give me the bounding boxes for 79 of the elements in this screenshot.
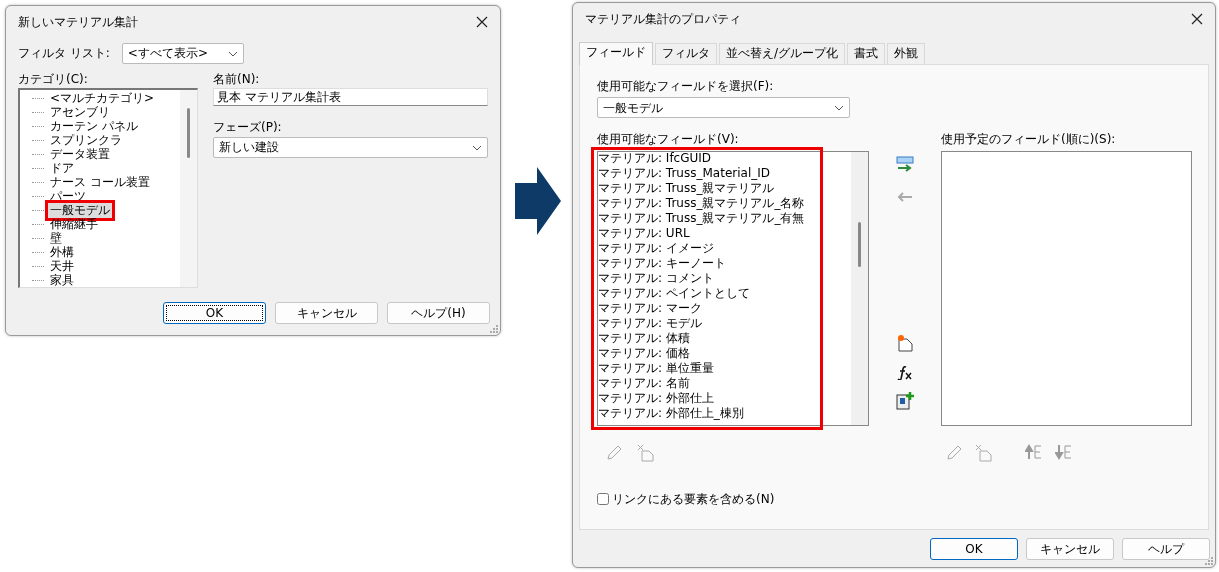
- delete-icon[interactable]: [975, 443, 993, 462]
- tab[interactable]: フィールド: [579, 42, 653, 65]
- dialog-button[interactable]: ヘルプ(H): [387, 302, 490, 325]
- field-label: 使用可能なフィールド(V):: [597, 132, 740, 147]
- dialog-button[interactable]: ヘルプ: [1122, 538, 1210, 560]
- scrollbar[interactable]: [180, 90, 197, 288]
- name-field[interactable]: 見本 マテリアル集計表: [213, 88, 488, 107]
- dropdown[interactable]: 新しい建設: [213, 136, 488, 158]
- formula-icon[interactable]: [897, 366, 913, 381]
- tab[interactable]: 外観: [887, 43, 926, 64]
- right-arrow-icon: [515, 167, 561, 235]
- new-parameter-icon[interactable]: [897, 334, 913, 353]
- list-item[interactable]: マテリアル: モデル: [598, 315, 702, 331]
- tree-item[interactable]: データ装置: [48, 147, 112, 162]
- tree-item[interactable]: 外構: [48, 245, 76, 260]
- add-field-icon[interactable]: [896, 156, 914, 175]
- tree-item[interactable]: カーテン パネル: [48, 119, 140, 134]
- move-up-icon[interactable]: [1025, 443, 1043, 460]
- dropdown[interactable]: 一般モデル: [597, 97, 850, 119]
- dialog-button[interactable]: OK: [930, 538, 1018, 560]
- resize-grip-icon[interactable]: [1205, 557, 1213, 565]
- list-item[interactable]: マテリアル: マーク: [598, 300, 702, 316]
- field-label: 使用予定のフィールド(順に)(S):: [941, 132, 1117, 147]
- edit-icon[interactable]: [945, 443, 963, 462]
- field-label: 使用可能なフィールドを選択(F):: [597, 79, 775, 94]
- tree-item[interactable]: 天井: [48, 259, 76, 274]
- resize-grip-icon[interactable]: [490, 325, 498, 333]
- list-item[interactable]: マテリアル: 価格: [598, 345, 690, 361]
- tree-item[interactable]: <マルチカテゴリ>: [48, 91, 157, 106]
- field-label: 名前(N):: [213, 72, 261, 87]
- tree-item[interactable]: 伸縮継手: [48, 217, 100, 232]
- tree-item[interactable]: 家具: [48, 273, 76, 288]
- list-item[interactable]: マテリアル: コメント: [598, 270, 714, 286]
- list-item[interactable]: マテリアル: 単位重量: [598, 360, 714, 376]
- tree-item[interactable]: ナース コール装置: [48, 175, 152, 190]
- list-item[interactable]: マテリアル: ペイントとして: [598, 285, 750, 301]
- delete-icon[interactable]: [637, 443, 655, 462]
- tab[interactable]: フィルタ: [655, 43, 717, 64]
- list-item[interactable]: マテリアル: Truss_親マテリアル_有無: [598, 210, 805, 226]
- tree-item[interactable]: 一般モデル: [48, 203, 112, 218]
- list-item[interactable]: マテリアル: 外部仕上_棟別: [598, 405, 744, 421]
- dialog-button[interactable]: OK: [163, 302, 266, 325]
- chevron-down-icon[interactable]: [472, 144, 482, 151]
- tree-item[interactable]: ドア: [48, 161, 76, 176]
- close-icon[interactable]: [1191, 13, 1203, 25]
- move-down-icon[interactable]: [1055, 443, 1073, 460]
- dialog-button[interactable]: キャンセル: [275, 302, 378, 325]
- list-item[interactable]: マテリアル: Truss_親マテリアル: [598, 180, 775, 196]
- list-item[interactable]: マテリアル: 外部仕上: [598, 390, 714, 406]
- list-item[interactable]: マテリアル: 体積: [598, 330, 690, 346]
- field-label: フェーズ(P):: [213, 120, 283, 135]
- chevron-down-icon[interactable]: [834, 105, 844, 112]
- dropdown[interactable]: <すべて表示>: [121, 43, 244, 64]
- combine-parameters-icon[interactable]: [896, 392, 914, 411]
- scheduled-fields-list[interactable]: [941, 150, 1192, 426]
- list-item[interactable]: マテリアル: イメージ: [598, 240, 714, 256]
- close-icon[interactable]: [476, 16, 488, 28]
- list-item[interactable]: マテリアル: Truss_Material_ID: [598, 165, 770, 181]
- scrollbar[interactable]: [851, 151, 868, 425]
- checkbox[interactable]: [597, 492, 609, 505]
- checkbox-label: リンクにある要素を含める(N): [612, 491, 775, 507]
- list-item[interactable]: マテリアル: Truss_親マテリアル_名称: [598, 195, 805, 211]
- dialog-button[interactable]: キャンセル: [1026, 538, 1114, 560]
- tab[interactable]: 書式: [847, 43, 886, 64]
- list-item[interactable]: マテリアル: URL: [598, 225, 690, 241]
- remove-field-icon[interactable]: [897, 192, 913, 203]
- tree-item[interactable]: アセンブリ: [48, 105, 112, 120]
- window-title: 新しいマテリアル集計: [18, 14, 138, 30]
- field-label: フィルタ リスト:: [18, 46, 110, 61]
- tab[interactable]: 並べ替え/グループ化: [719, 43, 846, 64]
- chevron-down-icon[interactable]: [227, 50, 238, 57]
- list-item[interactable]: マテリアル: IfcGUID: [598, 150, 712, 166]
- list-item[interactable]: マテリアル: 名前: [598, 375, 690, 391]
- field-label: カテゴリ(C):: [18, 72, 89, 87]
- list-item[interactable]: マテリアル: キーノート: [598, 255, 726, 271]
- edit-icon[interactable]: [605, 443, 623, 462]
- tree-item[interactable]: 壁: [48, 231, 64, 246]
- window-title: マテリアル集計のプロパティ: [585, 11, 741, 27]
- tree-item[interactable]: スプリンクラ: [48, 133, 124, 148]
